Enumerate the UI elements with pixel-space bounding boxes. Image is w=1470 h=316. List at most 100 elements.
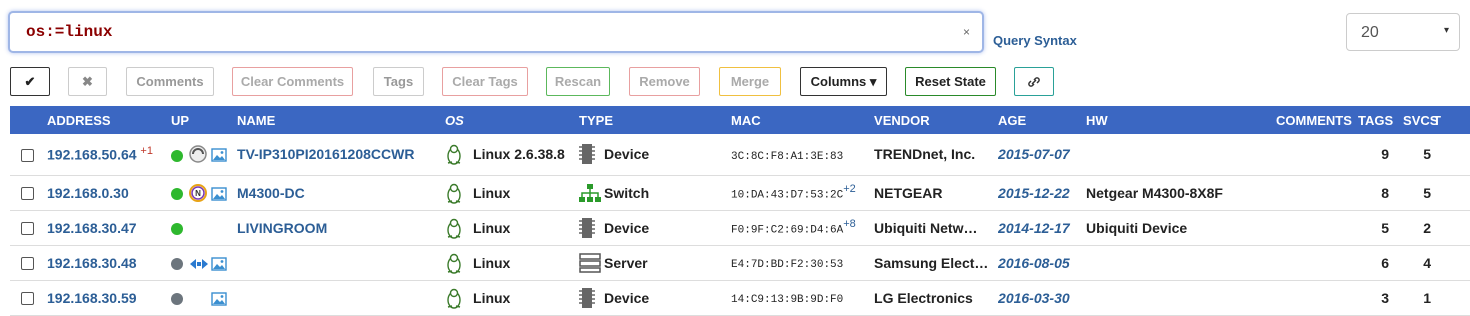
host-name-link[interactable]: LIVINGROOM [237, 220, 327, 236]
deselect-button[interactable]: ✖ [68, 67, 107, 96]
row-checkbox[interactable] [21, 292, 34, 306]
image-icon[interactable] [211, 186, 227, 201]
os-value: Linux [473, 289, 511, 306]
col-up[interactable]: UP [171, 106, 237, 134]
services-count: 5 [1423, 184, 1432, 201]
mac-value: E4:7D:BD:F2:30:53 [731, 259, 844, 271]
services-count: 1 [1423, 289, 1432, 306]
image-icon[interactable] [211, 256, 227, 271]
hw-value: Netgear M4300-8X8F [1086, 184, 1223, 201]
type-value: Device [604, 219, 650, 236]
age-value: 2015-12-22 [998, 184, 1070, 201]
mac-value: 3C:8C:F8:A1:3E:83 [731, 150, 844, 163]
vendor-value: NETGEAR [874, 184, 943, 201]
search-input[interactable] [12, 15, 962, 49]
vendor-value: Ubiquiti Netw… [874, 219, 978, 236]
check-icon: ✔ [24, 73, 36, 89]
age-value: 2016-03-30 [998, 289, 1070, 306]
linux-tux-icon [447, 218, 461, 239]
page-size-value: 20 [1361, 24, 1379, 41]
services-count: 2 [1423, 219, 1432, 236]
comments-button[interactable]: Comments [126, 67, 214, 96]
col-age[interactable]: AGE [998, 106, 1086, 134]
clear-tags-button[interactable]: Clear Tags [442, 67, 528, 96]
up-status-dot [171, 187, 183, 200]
page-size-select[interactable]: 20 ▾ [1346, 13, 1460, 51]
type-value: Device [604, 289, 650, 306]
hosts-table: ADDRESS UP NAME OS TYPE MAC VENDOR AGE H… [10, 106, 1470, 316]
col-type[interactable]: TYPE [579, 106, 731, 134]
table-row[interactable]: 192.168.50.64 +1 TV-IP310PI20161208CCWR Li… [10, 134, 1470, 175]
up-status-dot [171, 222, 183, 235]
services-count: 5 [1423, 146, 1432, 163]
chip-icon [579, 144, 596, 165]
host-address-link[interactable]: 192.168.0.30 [47, 185, 129, 201]
services-count: 4 [1423, 254, 1432, 271]
col-address[interactable]: ADDRESS [47, 106, 171, 134]
image-icon[interactable] [211, 291, 227, 306]
row-checkbox[interactable] [21, 222, 34, 236]
rescan-button[interactable]: Rescan [546, 67, 610, 96]
host-address-link[interactable]: 192.168.30.48 [47, 255, 137, 271]
os-value: Linux [473, 254, 511, 271]
chip-icon [579, 217, 596, 238]
col-hw[interactable]: HW [1086, 106, 1276, 134]
row-checkbox[interactable] [21, 187, 34, 201]
tags-count: 8 [1381, 184, 1390, 201]
permalink-button[interactable] [1014, 67, 1054, 96]
select-all-button[interactable]: ✔ [10, 67, 50, 96]
network-icon [579, 183, 602, 202]
netgear-logo-icon: N [189, 183, 207, 202]
tags-count: 6 [1381, 254, 1390, 271]
col-tags[interactable]: TAGS [1358, 106, 1403, 134]
age-value: 2014-12-17 [998, 219, 1070, 236]
reset-state-button[interactable]: Reset State [905, 67, 996, 96]
col-t[interactable]: T [1433, 106, 1470, 134]
up-status-dot [171, 257, 183, 270]
table-row[interactable]: 192.168.30.59 Linux Device 14:C9:13:9B:9D:F… [10, 280, 1470, 315]
table-row[interactable]: 192.168.0.30 N M4300-DC Linux Switch 10:DA:43… [10, 175, 1470, 210]
up-status-dot [171, 292, 183, 305]
server-icon [579, 252, 601, 273]
host-address-link[interactable]: 192.168.30.47 [47, 220, 137, 236]
clear-search-button[interactable]: × [963, 25, 970, 39]
os-value: Linux 2.6.38.8 [473, 146, 565, 163]
table-row[interactable]: 192.168.30.48 Linux Server E4:7D:BD:F2:30:5… [10, 245, 1470, 280]
query-syntax-link[interactable]: Query Syntax [993, 33, 1077, 48]
os-value: Linux [473, 184, 511, 201]
age-value: 2015-07-07 [998, 146, 1070, 163]
clear-comments-button[interactable]: Clear Comments [232, 67, 353, 96]
host-name-link[interactable]: TV-IP310PI20161208CCWR [237, 146, 414, 162]
col-mac[interactable]: MAC [731, 106, 874, 134]
vendor-value: Samsung Elect… [874, 254, 989, 271]
image-icon[interactable] [211, 148, 227, 163]
col-comments[interactable]: COMMENTS [1276, 106, 1358, 134]
type-value: Device [604, 146, 650, 163]
mac-value: F0:9F:C2:69:D4:6A [731, 224, 844, 237]
host-address-link[interactable]: 192.168.50.64 [47, 147, 137, 163]
col-vendor[interactable]: VENDOR [874, 106, 998, 134]
tags-button[interactable]: Tags [373, 67, 424, 96]
mac-value: 10:DA:43:D7:53:2C [731, 189, 844, 202]
address-extra-count: +1 [140, 145, 153, 158]
table-row[interactable]: 192.168.30.47 LIVINGROOM Linux Device F0:9F:… [10, 210, 1470, 245]
row-checkbox[interactable] [21, 257, 34, 271]
col-svcs[interactable]: SVCS [1403, 106, 1438, 134]
hw-value: Ubiquiti Device [1086, 219, 1188, 236]
chevron-down-icon: ▾ [1443, 25, 1449, 36]
mac-value: 14:C9:13:9B:9D:F0 [731, 294, 844, 306]
type-value: Server [604, 254, 648, 271]
col-os[interactable]: OS [445, 106, 579, 134]
host-name-link[interactable]: M4300-DC [237, 185, 305, 201]
table-header: ADDRESS UP NAME OS TYPE MAC VENDOR AGE H… [10, 106, 1470, 134]
row-checkbox[interactable] [21, 149, 34, 163]
col-name[interactable]: NAME [237, 106, 445, 134]
linux-tux-icon [447, 145, 461, 165]
linux-tux-icon [447, 288, 461, 309]
trendnet-logo-icon [189, 145, 207, 164]
mac-extra-count: +8 [843, 218, 856, 231]
remove-button[interactable]: Remove [629, 67, 700, 96]
merge-button[interactable]: Merge [719, 67, 781, 96]
host-address-link[interactable]: 192.168.30.59 [47, 290, 137, 306]
columns-button[interactable]: Columns ▾ [800, 67, 887, 96]
